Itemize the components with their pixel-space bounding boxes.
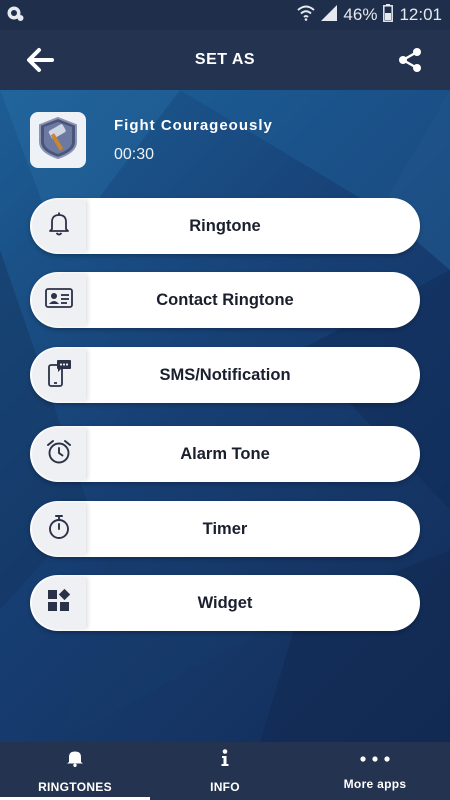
widget-label: Widget: [197, 593, 253, 612]
stopwatch-icon: [47, 514, 71, 545]
battery-text: 46%: [343, 5, 378, 24]
app-bar: SET AS: [0, 30, 450, 90]
song-thumbnail: [30, 112, 86, 168]
song-duration: 00:30: [114, 145, 155, 163]
nav-more-apps-label: More apps: [343, 777, 407, 791]
nav-ringtones[interactable]: RINGTONES: [0, 742, 150, 800]
nav-more-apps[interactable]: More apps: [300, 742, 450, 800]
bell-icon: [66, 749, 84, 772]
timer-label: Timer: [202, 519, 248, 538]
clock-time: 12:01: [399, 5, 442, 24]
more-dots-icon: [359, 751, 391, 769]
nav-ringtones-label: RINGTONES: [38, 779, 112, 794]
status-bar: 46% 12:01: [0, 0, 450, 30]
ringtone-button[interactable]: Ringtone: [30, 198, 420, 254]
contact-ringtone-label: Contact Ringtone: [156, 290, 294, 309]
battery-icon: [383, 3, 394, 27]
ringtone-label: Ringtone: [189, 216, 261, 235]
alarm-tone-label: Alarm Tone: [180, 444, 270, 463]
bell-icon: [47, 211, 71, 242]
nav-info[interactable]: INFO: [150, 742, 300, 800]
page-title: SET AS: [194, 51, 256, 68]
info-icon: [220, 748, 230, 772]
signal-icon: [321, 4, 338, 26]
sms-phone-icon: [46, 359, 72, 392]
bottom-nav: RINGTONES INFO More apps: [0, 742, 450, 800]
app-notification-icon: [6, 4, 24, 27]
sms-notification-label: SMS/Notification: [159, 365, 291, 384]
contact-card-icon: [45, 287, 73, 314]
alarm-clock-icon: [46, 439, 72, 470]
hammer-badge-icon: [36, 116, 80, 165]
contact-ringtone-button[interactable]: Contact Ringtone: [30, 272, 420, 328]
background: [0, 90, 450, 742]
song-title: Fight Courageously: [114, 116, 273, 134]
sms-notification-button[interactable]: SMS/Notification: [30, 347, 420, 403]
nav-info-label: INFO: [210, 779, 240, 794]
back-arrow-icon[interactable]: [26, 47, 54, 73]
widget-button[interactable]: Widget: [30, 575, 420, 631]
wifi-icon: [297, 5, 316, 26]
timer-button[interactable]: Timer: [30, 501, 420, 557]
alarm-tone-button[interactable]: Alarm Tone: [30, 426, 420, 482]
song-info: Fight Courageously 00:30: [30, 112, 273, 168]
widget-grid-icon: [47, 588, 71, 618]
share-icon[interactable]: [398, 48, 422, 72]
